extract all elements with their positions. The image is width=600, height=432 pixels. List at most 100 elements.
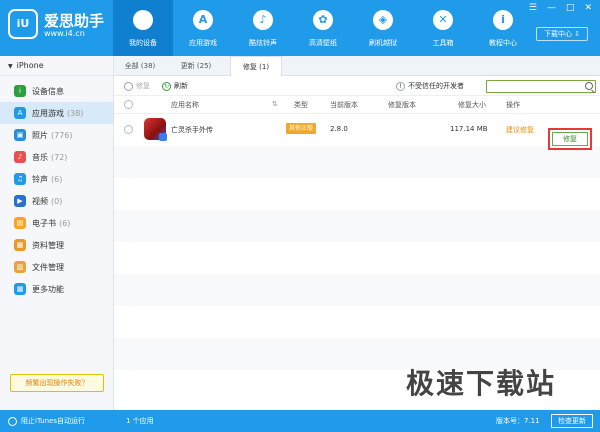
sidebar-item-file-management[interactable]: ▥ 文件管理 <box>0 256 113 278</box>
search-input[interactable] <box>486 80 596 93</box>
empty-row <box>114 274 600 306</box>
nav-toolbox[interactable]: ✕ 工具箱 <box>413 0 473 56</box>
untrusted-developer-link[interactable]: ! 不受信任的开发者 <box>396 80 464 92</box>
nav-label: 我的设备 <box>129 39 157 47</box>
col-repair-size[interactable]: 修复大小 <box>458 100 486 110</box>
status-bar: 阻止iTunes自动运行 1 个应用 版本号：7.11 检查更新 <box>0 410 600 432</box>
sidebar-item-count: (776) <box>51 130 73 140</box>
nav-ringtones[interactable]: ♪ 酷炫铃声 <box>233 0 293 56</box>
grid-icon: ▦ <box>14 283 26 295</box>
nav-label: 应用游戏 <box>189 39 217 47</box>
nav-label: 工具箱 <box>432 39 454 47</box>
refresh-button[interactable]: ↻ 刷新 <box>162 80 188 92</box>
col-current-version[interactable]: 当前版本 <box>330 100 358 110</box>
table-row[interactable]: 亡灵杀手外传 其他正版 2.8.0 117.14 MB 建议修复 <box>114 114 600 146</box>
main-panel: 全部 (38) 更新 (25) 修复 (1) 修复 ↻ 刷新 ! 不受信任的开发者 … <box>114 56 600 410</box>
sidebar-item-label: 更多功能 <box>32 284 64 294</box>
bell-icon: ♫ <box>14 173 26 185</box>
check-update-button[interactable]: 检查更新 <box>551 414 593 428</box>
sidebar-item-label: 设备信息 <box>32 86 64 96</box>
apple-icon <box>133 10 153 30</box>
app-name: 亡灵杀手外传 <box>171 126 213 134</box>
tab-all[interactable]: 全部 (38) <box>118 56 162 76</box>
nav-label: 教程中心 <box>489 39 517 47</box>
sidebar-list: i 设备信息 A 应用游戏 (38) ▣ 照片 (776) ♪ 音乐 (72) ♫ 铃声 (6) … <box>0 80 113 300</box>
logo-icon: iU <box>8 9 38 39</box>
device-selector[interactable]: ▼ iPhone <box>0 56 113 76</box>
app-icon <box>144 118 167 141</box>
sidebar-item-apps[interactable]: A 应用游戏 (38) <box>0 102 113 124</box>
tab-repair[interactable]: 修复 (1) <box>230 56 282 77</box>
app-url: www.i4.cn <box>44 29 85 38</box>
app-store-icon: A <box>193 10 213 30</box>
wrench-icon <box>124 81 133 91</box>
nav-flash-jailbreak[interactable]: ◈ 刷机越狱 <box>353 0 413 56</box>
bell-icon: ♪ <box>253 10 273 30</box>
current-version: 2.8.0 <box>330 125 348 133</box>
nav-my-device[interactable]: 我的设备 <box>113 0 173 56</box>
app-logo: iU 爱思助手 www.i4.cn <box>8 9 112 47</box>
version-label: 版本号：7.11 <box>496 417 540 425</box>
download-center-button[interactable]: 下载中心 ⇩ <box>536 27 588 41</box>
search-icon[interactable] <box>585 82 593 90</box>
app-store-icon: A <box>14 107 26 119</box>
empty-row <box>114 242 600 274</box>
video-icon: ▶ <box>14 195 26 207</box>
table-header: 应用名称 ⇅ 类型 当前版本 修复版本 修复大小 操作 <box>114 96 600 114</box>
menu-icon[interactable]: ☰ <box>529 3 537 13</box>
sidebar-item-music[interactable]: ♪ 音乐 (72) <box>0 146 113 168</box>
close-icon[interactable]: ✕ <box>584 3 592 13</box>
select-all-checkbox[interactable] <box>124 100 133 109</box>
nav-wallpapers[interactable]: ✿ 高清壁纸 <box>293 0 353 56</box>
caret-down-icon: ▼ <box>8 63 13 70</box>
maximize-icon[interactable]: □ <box>566 3 575 13</box>
sidebar-item-label: 资料管理 <box>32 240 64 250</box>
col-repair-version[interactable]: 修复版本 <box>388 100 416 110</box>
operation-failed-help-button[interactable]: 频繁出现操作失败？ <box>10 374 104 392</box>
sidebar-item-photos[interactable]: ▣ 照片 (776) <box>0 124 113 146</box>
sidebar-item-label: 铃声 <box>32 174 48 184</box>
repair-all-button[interactable]: 修复 <box>124 80 150 92</box>
radio-icon <box>8 416 17 426</box>
repair-button[interactable]: 修复 <box>552 132 588 146</box>
sidebar-item-ebooks[interactable]: ▤ 电子书 (6) <box>0 212 113 234</box>
empty-row <box>114 306 600 338</box>
sidebar: ▼ iPhone i 设备信息 A 应用游戏 (38) ▣ 照片 (776) ♪ 音乐 (72)… <box>0 56 114 410</box>
nav-apps-games[interactable]: A 应用游戏 <box>173 0 233 56</box>
contacts-icon: ▦ <box>14 239 26 251</box>
app-title: 爱思助手 <box>44 12 105 30</box>
row-checkbox[interactable] <box>124 125 133 134</box>
device-name: iPhone <box>16 61 44 70</box>
block-itunes-label: 阻止iTunes自动运行 <box>21 417 85 425</box>
nav-tutorials[interactable]: i 教程中心 <box>473 0 533 56</box>
folder-icon: ▥ <box>14 261 26 273</box>
col-type[interactable]: 类型 <box>294 100 308 110</box>
main-nav: 我的设备 A 应用游戏 ♪ 酷炫铃声 ✿ 高清壁纸 ◈ 刷机越狱 ✕ 工具箱 i… <box>113 0 533 56</box>
sidebar-item-label: 音乐 <box>32 152 48 162</box>
empty-row <box>114 210 600 242</box>
sidebar-item-device-info[interactable]: i 设备信息 <box>0 80 113 102</box>
nav-label: 酷炫铃声 <box>249 39 277 47</box>
repair-button-highlight: 修复 <box>548 128 592 150</box>
sidebar-item-data-management[interactable]: ▦ 资料管理 <box>0 234 113 256</box>
sidebar-item-ringtones[interactable]: ♫ 铃声 (6) <box>0 168 113 190</box>
col-app-name[interactable]: 应用名称 <box>171 100 199 110</box>
app-count: 1 个应用 <box>126 417 154 425</box>
tab-updates[interactable]: 更新 (25) <box>172 56 220 76</box>
minimize-icon[interactable]: — <box>547 3 556 13</box>
sidebar-item-count: (72) <box>51 152 68 162</box>
sidebar-item-more[interactable]: ▦ 更多功能 <box>0 278 113 300</box>
toolbar: 修复 ↻ 刷新 ! 不受信任的开发者 <box>114 76 600 96</box>
sidebar-item-label: 文件管理 <box>32 262 64 272</box>
tab-bar: 全部 (38) 更新 (25) 修复 (1) <box>114 56 600 77</box>
block-itunes-toggle[interactable]: 阻止iTunes自动运行 <box>8 416 85 426</box>
info-icon: i <box>493 10 513 30</box>
refresh-icon: ↻ <box>162 81 171 91</box>
sidebar-item-count: (38) <box>67 108 84 118</box>
sidebar-item-videos[interactable]: ▶ 视频 (0) <box>0 190 113 212</box>
empty-row <box>114 146 600 178</box>
watermark-text: 极速下载站 <box>406 367 557 400</box>
sort-icon[interactable]: ⇅ <box>272 100 278 108</box>
refresh-label: 刷新 <box>174 82 188 90</box>
flower-icon: ✿ <box>313 10 333 30</box>
